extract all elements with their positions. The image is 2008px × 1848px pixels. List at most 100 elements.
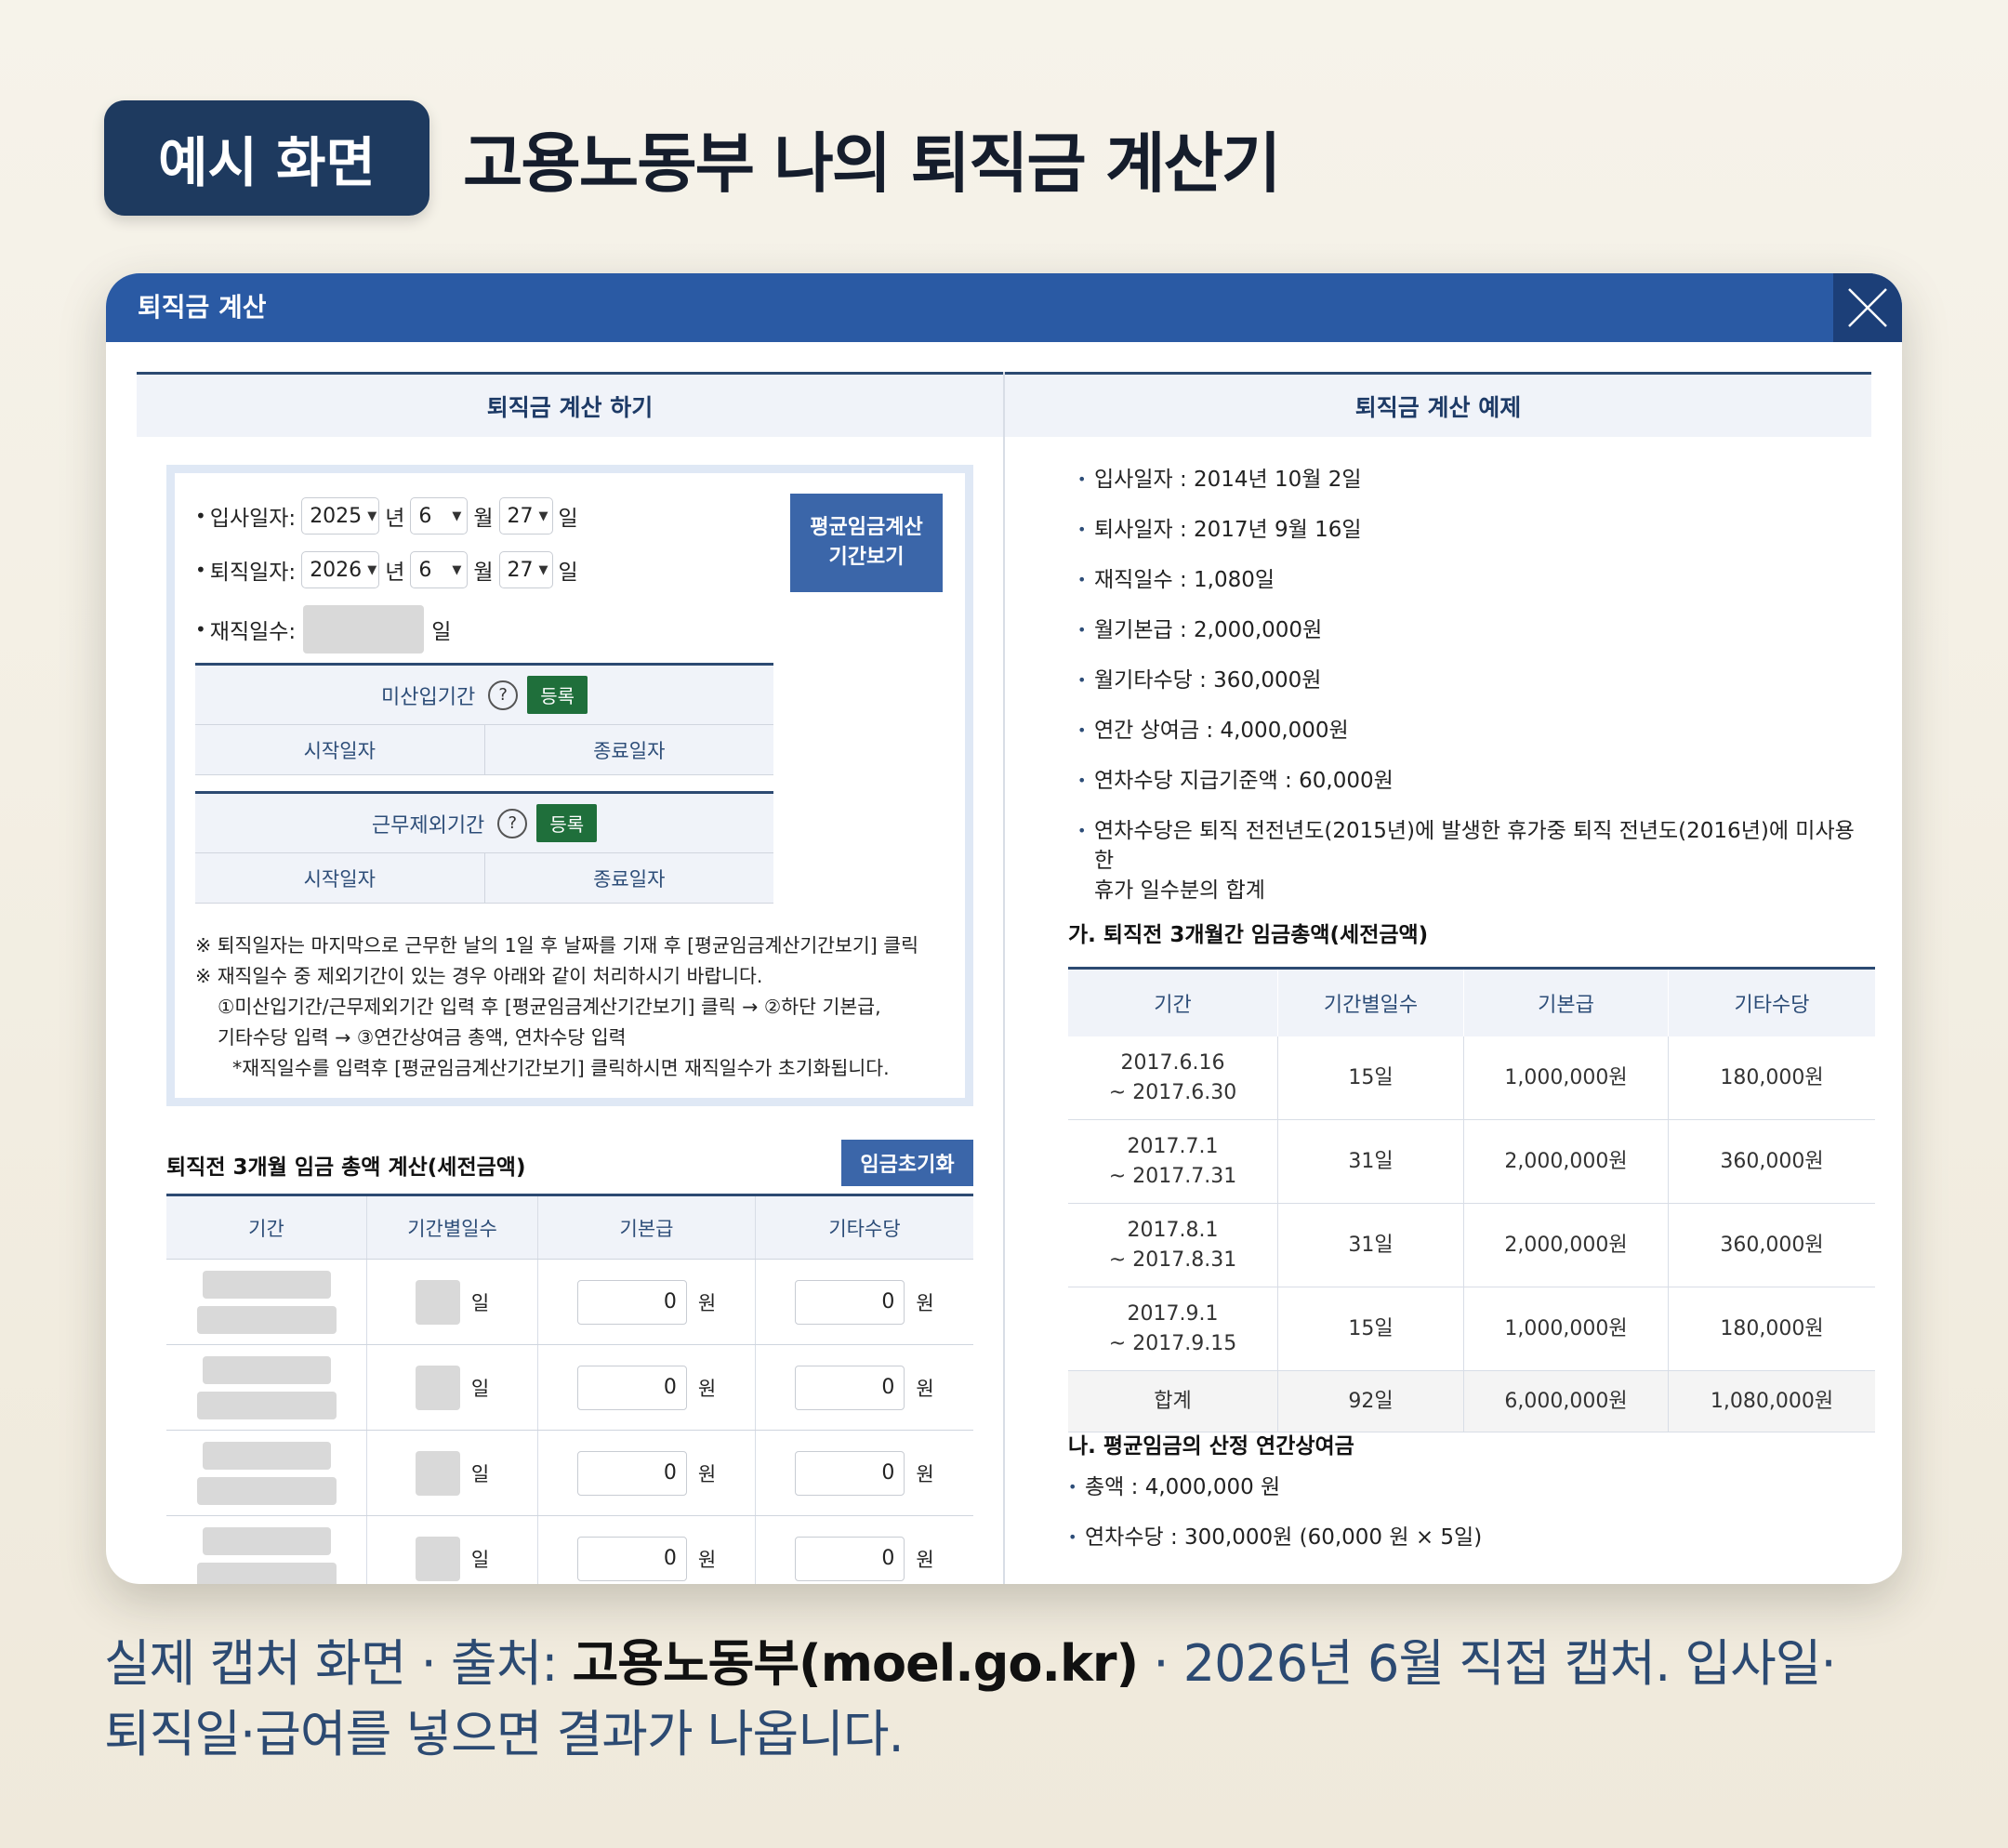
unpaid-period-title: 미산입기간: [380, 685, 476, 709]
period-end-field: [196, 1562, 337, 1584]
col-other: 기타수당: [828, 1217, 901, 1240]
year-unit: 년: [385, 561, 405, 585]
days-field[interactable]: [415, 1450, 460, 1496]
calculator-window: 퇴직금 계산 퇴직금 계산 하기 퇴직금 계산 예제 • 입사일자: 2025 ▼ …: [106, 273, 1902, 1584]
won-unit: 원: [916, 1462, 934, 1485]
hire-day-select[interactable]: 27 ▼: [498, 497, 553, 535]
base-cell: 0원: [538, 1260, 756, 1344]
chevron-down-icon: ▼: [452, 562, 462, 577]
chevron-down-icon: ▼: [367, 562, 377, 577]
list-item: 재직일수 : 1,080일: [1077, 565, 1871, 595]
table-row: 2017.9.1 ~ 2017.9.15 15일 1,000,000원 180,0…: [1068, 1287, 1875, 1371]
base-cell: 0원: [538, 1516, 756, 1584]
base-pay-input[interactable]: 0: [576, 1365, 687, 1410]
excluded-period-title: 근무제외기간: [371, 813, 485, 838]
hire-month-select[interactable]: 6 ▼: [410, 497, 469, 535]
list-item-text-cont: 휴가 일수분의 합계: [1094, 878, 1265, 903]
hire-date-label: 입사일자:: [209, 507, 297, 531]
list-item: 총액 : 4,000,000 원: [1068, 1472, 1482, 1502]
days-cell: 일: [367, 1345, 538, 1430]
period-start: 2017.8.1: [1127, 1218, 1219, 1242]
table-header: 기간 기간별일수 기본급 기타수당: [166, 1196, 973, 1260]
list-item: 연간 상여금 : 4,000,000원: [1077, 716, 1871, 746]
unpaid-period-columns: 시작일자 종료일자: [195, 725, 773, 775]
calc-panel-heading: 퇴직금 계산 하기: [137, 372, 1003, 437]
period-start: 2017.6.16: [1120, 1050, 1225, 1075]
base-cell: 1,000,000원: [1464, 1036, 1669, 1119]
list-item: 퇴사일자 : 2017년 9월 16일: [1077, 515, 1871, 545]
example-section-b-title: 나. 평균임금의 산정 연간상여금: [1068, 1434, 1354, 1459]
period-cell: 2017.9.1 ~ 2017.9.15: [1068, 1287, 1278, 1370]
chevron-down-icon: ▼: [538, 508, 548, 523]
other-cell: 360,000원: [1720, 1233, 1824, 1257]
col-days: 기간별일수: [367, 1196, 538, 1259]
close-icon[interactable]: [1833, 273, 1902, 342]
table-row: 일 0원 0원: [166, 1431, 973, 1516]
example-screen-badge: 예시 화면: [104, 100, 429, 216]
other-pay-input[interactable]: 0: [795, 1365, 905, 1410]
table-header: 기간 기간별일수 기본급 기타수당: [1068, 970, 1875, 1036]
col-base: 기본급: [1464, 970, 1669, 1036]
base-cell: 2,000,000원: [1464, 1120, 1669, 1203]
wage-reset-button[interactable]: 임금초기화: [841, 1140, 973, 1186]
retire-day-select[interactable]: 27 ▼: [498, 551, 553, 588]
table-row: 2017.8.1 ~ 2017.8.31 31일 2,000,000원 360,0…: [1068, 1204, 1875, 1287]
month-unit: 월: [473, 507, 494, 531]
period-start-field: [202, 1355, 331, 1384]
other-pay-input[interactable]: 0: [795, 1536, 905, 1581]
wage-input-table: 기간 기간별일수 기본급 기타수당 일 0원 0원 일 0원 0원 일 0원 0…: [166, 1194, 973, 1584]
list-item: 연차수당은 퇴직 전전년도(2015년)에 발생한 휴가중 퇴직 전년도(201…: [1077, 816, 1871, 905]
panel-divider: [1003, 372, 1005, 1584]
excluded-register-button[interactable]: 등록: [536, 804, 598, 842]
hire-date-row: • 입사일자: 2025 ▼ 년 6 ▼ 월 27 ▼ 일: [195, 497, 578, 535]
period-cell: [166, 1431, 367, 1515]
tenure-label: 재직일수:: [209, 620, 297, 644]
hire-year-select[interactable]: 2025 ▼: [301, 497, 380, 535]
avg-wage-period-button[interactable]: 평균임금계산 기간보기: [790, 494, 943, 592]
won-unit: 원: [697, 1377, 717, 1400]
other-pay-input[interactable]: 0: [795, 1279, 905, 1325]
days-field[interactable]: [415, 1536, 460, 1581]
won-unit: 원: [916, 1548, 934, 1571]
help-icon[interactable]: ?: [497, 808, 528, 838]
month-unit: 월: [473, 561, 494, 585]
days-cell: 15일: [1278, 1287, 1464, 1370]
avg-btn-line1: 평균임금계산: [810, 516, 923, 539]
period-end: ~ 2017.6.30: [1108, 1080, 1237, 1104]
sum-base: 6,000,000원: [1464, 1371, 1669, 1432]
unpaid-register-button[interactable]: 등록: [527, 676, 588, 714]
base-cell: 1,000,000원: [1464, 1287, 1669, 1370]
excluded-period-table: 근무제외기간 ? 등록 시작일자 종료일자: [195, 791, 773, 904]
base-pay-input[interactable]: 0: [576, 1279, 687, 1325]
wage-total-title: 퇴직전 3개월 임금 총액 계산(세전금액): [166, 1155, 526, 1180]
excluded-period-header: 근무제외기간 ? 등록: [195, 794, 773, 853]
day-unit: 일: [558, 561, 578, 585]
retire-year-select[interactable]: 2026 ▼: [301, 551, 380, 588]
table-row: 2017.6.16 ~ 2017.6.30 15일 1,000,000원 180,…: [1068, 1036, 1875, 1120]
days-cell: 15일: [1278, 1036, 1464, 1119]
days-cell: 일: [367, 1516, 538, 1584]
tenure-input[interactable]: [303, 605, 425, 653]
table-row: 일 0원 0원: [166, 1516, 973, 1584]
won-unit: 원: [916, 1291, 934, 1314]
days-field[interactable]: [415, 1365, 460, 1410]
base-pay-input[interactable]: 0: [576, 1450, 687, 1496]
list-item: 연차수당 지급기준액 : 60,000원: [1077, 766, 1871, 796]
base-pay-input[interactable]: 0: [576, 1536, 687, 1581]
help-icon[interactable]: ?: [488, 680, 519, 710]
other-pay-input[interactable]: 0: [795, 1450, 905, 1496]
other-cell: 0원: [756, 1260, 973, 1344]
example-panel-heading: 퇴직금 계산 예제: [1005, 372, 1871, 437]
list-item: 연차수당 : 300,000원 (60,000 원 × 5일): [1068, 1523, 1482, 1552]
excluded-period-columns: 시작일자 종료일자: [195, 853, 773, 904]
days-field[interactable]: [415, 1279, 460, 1325]
col-base: 기본급: [538, 1196, 756, 1259]
page-headline: 고용노동부 나의 퇴직금 계산기: [463, 125, 1281, 202]
table-row: 일 0원 0원: [166, 1260, 973, 1345]
won-unit: 원: [697, 1462, 717, 1485]
example-section-a-title: 가. 퇴직전 3개월간 임금총액(세전금액): [1068, 923, 1429, 947]
end-date-header: 종료일자: [593, 739, 666, 762]
table-sum-row: 합계 92일 6,000,000원 1,080,000원: [1068, 1371, 1875, 1432]
days-cell: 일: [367, 1431, 538, 1515]
retire-month-select[interactable]: 6 ▼: [410, 551, 469, 588]
